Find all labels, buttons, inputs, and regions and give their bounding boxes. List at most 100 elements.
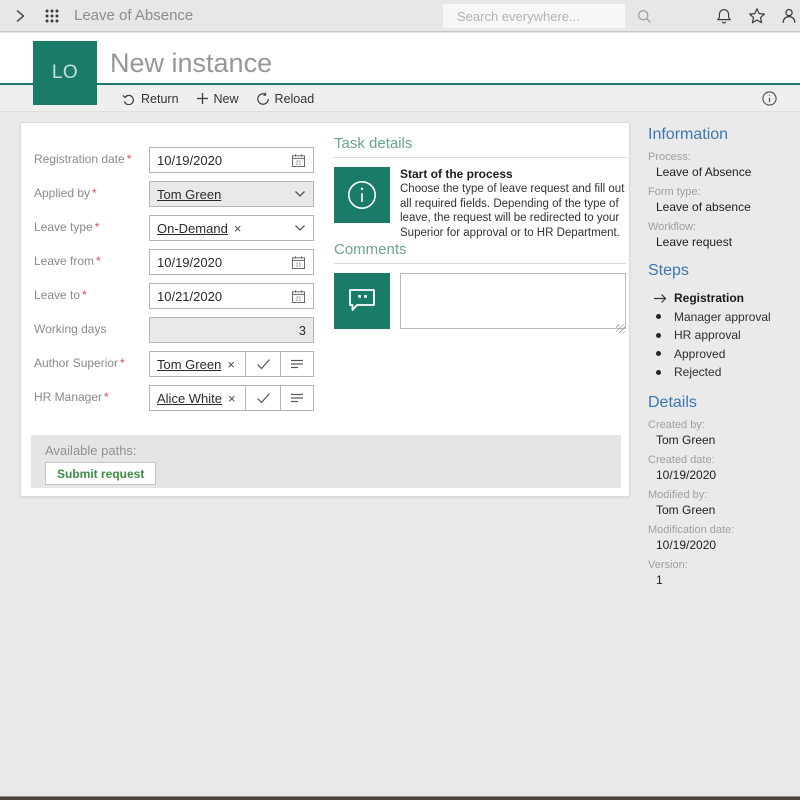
sidebar-item-value: 1 [656,573,798,587]
task-title: Start of the process [400,167,626,181]
hr-manager-picker-button[interactable] [280,386,313,410]
step-hr-approval[interactable]: HR approval [648,326,798,345]
reload-button[interactable]: Reload [256,92,315,106]
step-label: Manager approval [674,310,771,324]
remove-icon[interactable]: × [227,357,235,372]
check-icon [256,358,271,370]
chevron-down-icon[interactable] [294,190,306,198]
calendar-icon[interactable]: 21 [291,255,306,270]
person-icon[interactable] [780,7,798,25]
leave-to-label: Leave to* [34,283,149,309]
comment-square-icon [334,273,390,329]
sidebar-item-label: Modified by: [648,489,798,501]
step-label: Approved [674,347,725,361]
leave-from-label: Leave from* [34,249,149,275]
applied-by-dropdown[interactable]: Tom Green [149,181,314,207]
required-asterisk: * [120,356,125,370]
working-days-value: 3 [149,317,314,343]
step-bullet-icon [648,314,674,319]
leave-from-input[interactable]: 10/19/202021 [149,249,314,275]
return-icon [122,92,136,105]
calendar-icon[interactable]: 21 [291,289,306,304]
information-items: Process:Leave of AbsenceForm type:Leave … [648,151,798,249]
form-row-leave-type: Leave type*On-Demand× [34,215,326,241]
svg-text:21: 21 [296,262,302,268]
calendar-icon[interactable]: 21 [291,153,306,168]
search-icon[interactable] [637,9,652,24]
comments-block [334,273,626,334]
step-label: HR approval [674,328,741,342]
process-badge[interactable]: LO [33,41,97,105]
list-icon [290,391,304,405]
return-button[interactable]: Return [122,92,179,106]
app-title: Leave of Absence [74,0,193,32]
details-header: Details [648,394,798,412]
comments-textarea[interactable] [400,273,626,329]
step-bullet-icon [648,333,674,338]
step-label: Rejected [674,365,721,379]
chevron-down-icon[interactable] [294,224,306,232]
sidebar-item-value: Leave of absence [656,200,798,214]
reload-icon [256,92,270,106]
author-superior-confirm-button[interactable] [245,352,280,376]
required-asterisk: * [96,254,101,268]
sidebar-item-value: 10/19/2020 [656,538,798,552]
sidebar-item-label: Modification date: [648,524,798,536]
list-icon [290,357,304,371]
bottom-edge-strip [0,796,800,800]
remove-icon[interactable]: × [228,391,236,406]
leave-to-input[interactable]: 10/21/202021 [149,283,314,309]
author-superior-input[interactable]: Tom Green× [150,352,245,376]
hr-manager-picker: Alice White× [149,385,314,411]
sidebar-item-value: Leave request [656,235,798,249]
sidebar-item-value: Tom Green [656,433,798,447]
leave-type-dropdown[interactable]: On-Demand× [149,215,314,241]
search-box[interactable] [443,4,625,28]
svg-text:21: 21 [296,160,302,166]
check-icon [256,392,271,404]
form-row-leave-from: Leave from*10/19/202021 [34,249,326,275]
search-input[interactable] [443,9,637,24]
working-days-label: Working days [34,317,149,343]
author-superior-label: Author Superior* [34,351,149,377]
details-items: Created by:Tom GreenCreated date:10/19/2… [648,419,798,587]
step-bullet-icon [648,370,674,375]
info-circle-icon[interactable] [762,91,777,106]
steps-header: Steps [648,262,798,280]
step-bullet-icon [648,351,674,356]
applied-by-label: Applied by* [34,181,149,207]
registration-date-input[interactable]: 10/19/202021 [149,147,314,173]
form-row-applied-by: Applied by*Tom Green [34,181,326,207]
available-paths-label: Available paths: [45,443,137,458]
required-asterisk: * [92,186,97,200]
information-header: Information [648,126,798,144]
new-button[interactable]: New [196,92,239,106]
toolbar: Return New Reload [0,85,800,112]
bell-icon[interactable] [715,7,733,25]
step-approved[interactable]: Approved [648,345,798,364]
required-asterisk: * [95,220,100,234]
author-superior-picker-button[interactable] [280,352,313,376]
top-bar: Leave of Absence [0,0,800,32]
steps-list: Registration Manager approval HR approval A… [648,289,798,382]
page-title: New instance [110,48,272,79]
task-details-header: Task details [334,135,626,158]
sidebar-item-label: Created date: [648,454,798,466]
hr-manager-confirm-button[interactable] [245,386,280,410]
step-rejected[interactable]: Rejected [648,363,798,382]
task-description: Choose the type of leave request and fil… [400,182,626,241]
current-step-arrow-icon [648,293,674,303]
form-row-working-days: Working days3 [34,317,326,343]
chevron-right-icon[interactable] [12,8,28,24]
star-icon[interactable] [748,7,766,25]
app-grid-icon[interactable] [44,8,60,24]
resize-handle-icon[interactable] [616,324,625,333]
hr-manager-input[interactable]: Alice White× [150,386,245,410]
step-registration[interactable]: Registration [648,289,798,308]
task-details-block: Start of the process Choose the type of … [334,167,626,241]
step-manager-approval[interactable]: Manager approval [648,308,798,327]
form-row-leave-to: Leave to*10/21/202021 [34,283,326,309]
remove-icon[interactable]: × [234,221,242,236]
right-column: Task details Start of the process Choose… [334,123,626,453]
submit-request-button[interactable]: Submit request [45,462,156,485]
